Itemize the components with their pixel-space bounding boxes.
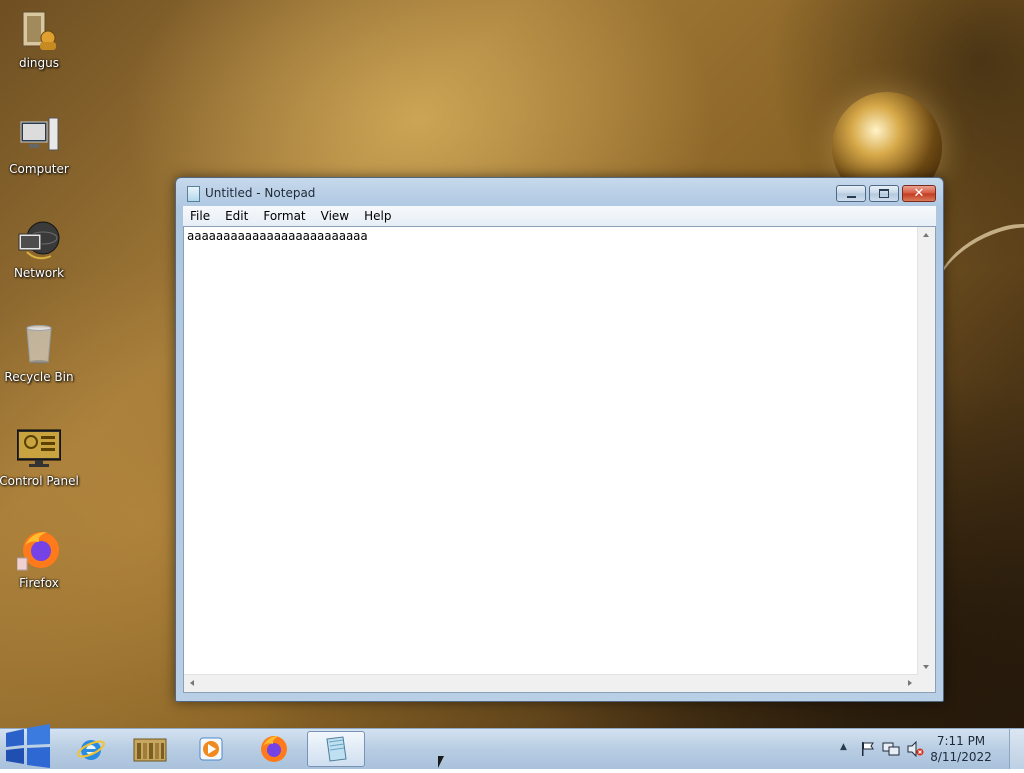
- firefox-icon: [261, 736, 287, 762]
- system-tray: ▲ 7:11 PM 8/11/2022: [834, 729, 1024, 769]
- desktop-icon-recycle-bin[interactable]: Recycle Bin: [0, 322, 78, 384]
- menu-view[interactable]: View: [314, 209, 357, 223]
- text-editor[interactable]: aaaaaaaaaaaaaaaaaaaaaaaaa: [183, 226, 936, 693]
- desktop-icon-label: Computer: [9, 162, 69, 176]
- scroll-right-icon[interactable]: [908, 680, 912, 686]
- network-icon: [17, 218, 61, 262]
- internet-explorer-icon: [77, 740, 105, 760]
- menu-edit[interactable]: Edit: [218, 209, 256, 223]
- taskbar-internet-explorer[interactable]: [62, 731, 120, 767]
- computer-icon: [17, 114, 61, 158]
- desktop-icon-network[interactable]: Network: [0, 218, 78, 280]
- desktop-icon-user-folder[interactable]: dingus: [0, 8, 78, 70]
- recycle-bin-icon: [17, 322, 61, 366]
- clock-time[interactable]: 7:11 PM: [926, 734, 996, 748]
- menu-bar: File Edit Format View Help: [183, 206, 936, 226]
- taskbar-firefox[interactable]: [245, 731, 303, 767]
- firefox-icon: [16, 528, 61, 572]
- control-panel-icon: [16, 426, 62, 470]
- desktop-icon-firefox[interactable]: Firefox: [0, 528, 78, 590]
- taskbar: ▲ 7:11 PM 8/11/2022: [0, 724, 1024, 769]
- scroll-left-icon[interactable]: [190, 680, 194, 686]
- start-button[interactable]: [2, 723, 54, 769]
- editor-content[interactable]: aaaaaaaaaaaaaaaaaaaaaaaaa: [187, 229, 368, 243]
- menu-file[interactable]: File: [183, 209, 218, 223]
- scroll-down-icon[interactable]: [923, 665, 929, 669]
- notepad-window[interactable]: Untitled - Notepad ✕ File Edit Format Vi…: [175, 177, 944, 702]
- taskbar-libraries[interactable]: [121, 731, 179, 767]
- desktop-icon-label: Recycle Bin: [4, 370, 74, 384]
- menu-format[interactable]: Format: [256, 209, 313, 223]
- menu-help[interactable]: Help: [357, 209, 399, 223]
- volume-muted-icon[interactable]: [906, 741, 924, 757]
- desktop-icon-label: Control Panel: [0, 474, 79, 488]
- desktop: dingus Computer Network Recycle Bin Cont…: [0, 0, 1024, 728]
- media-player-icon: [199, 737, 223, 761]
- show-desktop-button[interactable]: [1009, 729, 1024, 769]
- desktop-icon-label: Network: [13, 266, 65, 280]
- desktop-icon-control-panel[interactable]: Control Panel: [0, 426, 79, 488]
- close-button[interactable]: ✕: [902, 185, 936, 202]
- maximize-button[interactable]: [869, 185, 899, 202]
- minimize-icon: [846, 195, 856, 198]
- maximize-icon: [879, 189, 889, 198]
- minimize-button[interactable]: [836, 185, 866, 202]
- horizontal-scrollbar[interactable]: [184, 674, 918, 692]
- window-title: Untitled - Notepad: [205, 186, 316, 200]
- close-icon: ✕: [913, 186, 925, 201]
- network-status-icon[interactable]: [882, 741, 900, 757]
- action-center-flag-icon[interactable]: [860, 741, 876, 757]
- notepad-title-icon: [187, 186, 200, 202]
- library-icon: [133, 738, 167, 762]
- taskbar-media-player[interactable]: [182, 731, 240, 767]
- resize-grip[interactable]: [918, 675, 935, 692]
- show-hidden-icons-button[interactable]: ▲: [840, 742, 847, 752]
- desktop-icon-computer[interactable]: Computer: [0, 114, 78, 176]
- user-folder-icon: [17, 8, 61, 52]
- taskbar-notepad[interactable]: [307, 731, 365, 767]
- scroll-up-icon[interactable]: [923, 233, 929, 237]
- notepad-icon: [326, 736, 347, 762]
- windows-logo-icon: [6, 724, 50, 768]
- desktop-icon-label: dingus: [18, 56, 60, 70]
- vertical-scrollbar[interactable]: [917, 227, 935, 675]
- title-bar[interactable]: Untitled - Notepad ✕: [176, 178, 943, 206]
- mouse-cursor: [438, 756, 444, 768]
- clock-date[interactable]: 8/11/2022: [926, 750, 996, 764]
- desktop-icon-label: Firefox: [19, 576, 59, 590]
